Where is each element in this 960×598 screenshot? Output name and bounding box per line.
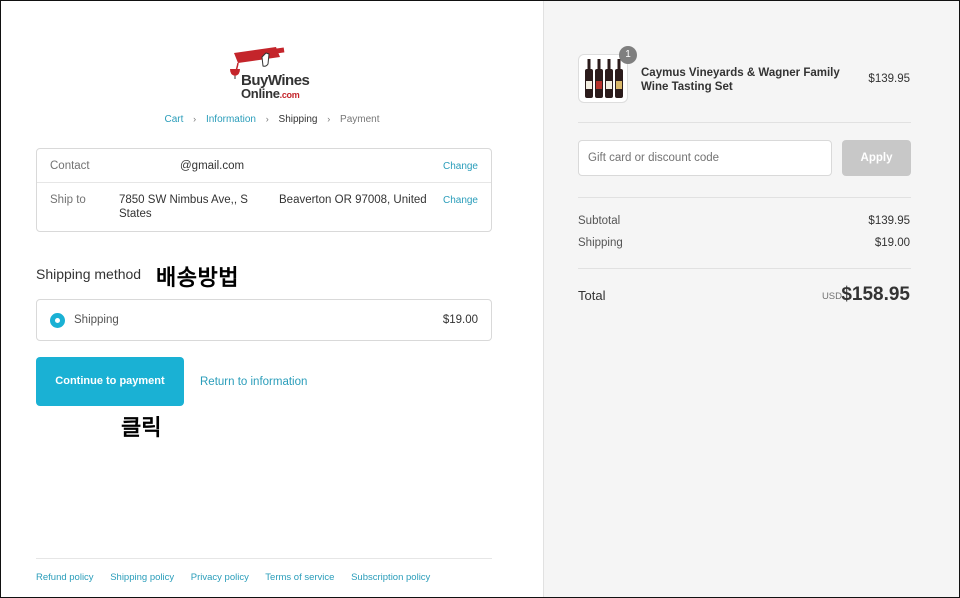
shipping-method-annotation: 배송방법	[156, 265, 239, 290]
review-row-contact: Contact @gmail.com Change	[37, 149, 491, 183]
refund-policy-link[interactable]: Refund policy	[36, 572, 94, 583]
ship-to-label: Ship to	[50, 194, 86, 206]
ship-to-change-link[interactable]: Change	[443, 195, 478, 206]
contact-value: @gmail.com	[180, 160, 245, 172]
order-summary: 1 Caymus Vineyards & Wagner Family Wine …	[543, 1, 959, 597]
subscription-policy-link[interactable]: Subscription policy	[351, 572, 430, 583]
breadcrumb-shipping: Shipping	[278, 114, 318, 125]
continue-to-payment-button[interactable]: Continue to payment	[36, 357, 184, 406]
terms-of-service-link[interactable]: Terms of service	[265, 572, 334, 583]
shipping-option-price: $19.00	[442, 314, 478, 326]
breadcrumb: Cart › Information › Shipping › Payment	[1, 114, 543, 125]
policy-footer: Refund policy Shipping policy Privacy po…	[36, 558, 492, 583]
divider	[578, 122, 911, 123]
shipping-value: $19.00	[874, 237, 910, 249]
contact-label: Contact	[50, 160, 90, 172]
logo-text-online: Online	[241, 86, 280, 101]
total-label: Total	[578, 288, 606, 303]
radio-selected-icon[interactable]	[50, 313, 65, 328]
ship-to-address-line2: Beaverton OR 97008, United	[279, 194, 427, 206]
checkout-main: BuyWines Online.com Cart › Information ›…	[1, 1, 543, 597]
discount-code-input[interactable]: Gift card or discount code	[578, 140, 832, 176]
breadcrumb-payment: Payment	[340, 114, 380, 125]
product-price: $139.95	[868, 73, 910, 85]
click-annotation: 클릭	[121, 415, 162, 440]
wine-bottles-icon	[585, 59, 623, 98]
chevron-right-icon: ›	[265, 114, 269, 124]
subtotal-label: Subtotal	[578, 215, 621, 227]
total-currency: USD	[821, 291, 842, 302]
store-logo[interactable]: BuyWines Online.com	[223, 45, 313, 101]
contact-change-link[interactable]: Change	[443, 161, 478, 172]
subtotal-value: $139.95	[868, 215, 910, 227]
apply-discount-button[interactable]: Apply	[842, 140, 911, 176]
breadcrumb-information[interactable]: Information	[206, 114, 256, 125]
shipping-option[interactable]: Shipping $19.00	[36, 299, 492, 341]
review-row-ship-to: Ship to 7850 SW Nimbus Ave,, S States Be…	[37, 183, 491, 233]
quantity-badge: 1	[619, 46, 637, 64]
privacy-policy-link[interactable]: Privacy policy	[191, 572, 249, 583]
chevron-right-icon: ›	[327, 114, 331, 124]
logo-text-suffix: .com	[279, 90, 300, 100]
divider	[578, 268, 911, 269]
shipping-option-label: Shipping	[74, 314, 119, 326]
breadcrumb-cart[interactable]: Cart	[164, 114, 183, 125]
product-name: Caymus Vineyards & Wagner Family Wine Ta…	[641, 67, 840, 93]
shipping-method-heading: Shipping method	[36, 266, 142, 282]
total-value: $158.95	[841, 284, 910, 305]
divider	[578, 197, 911, 198]
shipping-label: Shipping	[578, 237, 623, 249]
return-to-information-link[interactable]: Return to information	[200, 376, 307, 388]
shipping-policy-link[interactable]: Shipping policy	[110, 572, 174, 583]
review-box: Contact @gmail.com Change Ship to 7850 S…	[36, 148, 492, 232]
product-thumbnail	[578, 54, 628, 103]
ship-to-address-line1: 7850 SW Nimbus Ave,, S States	[119, 194, 248, 220]
logo-text-line2: Online.com	[241, 86, 300, 101]
chevron-right-icon: ›	[193, 114, 197, 124]
